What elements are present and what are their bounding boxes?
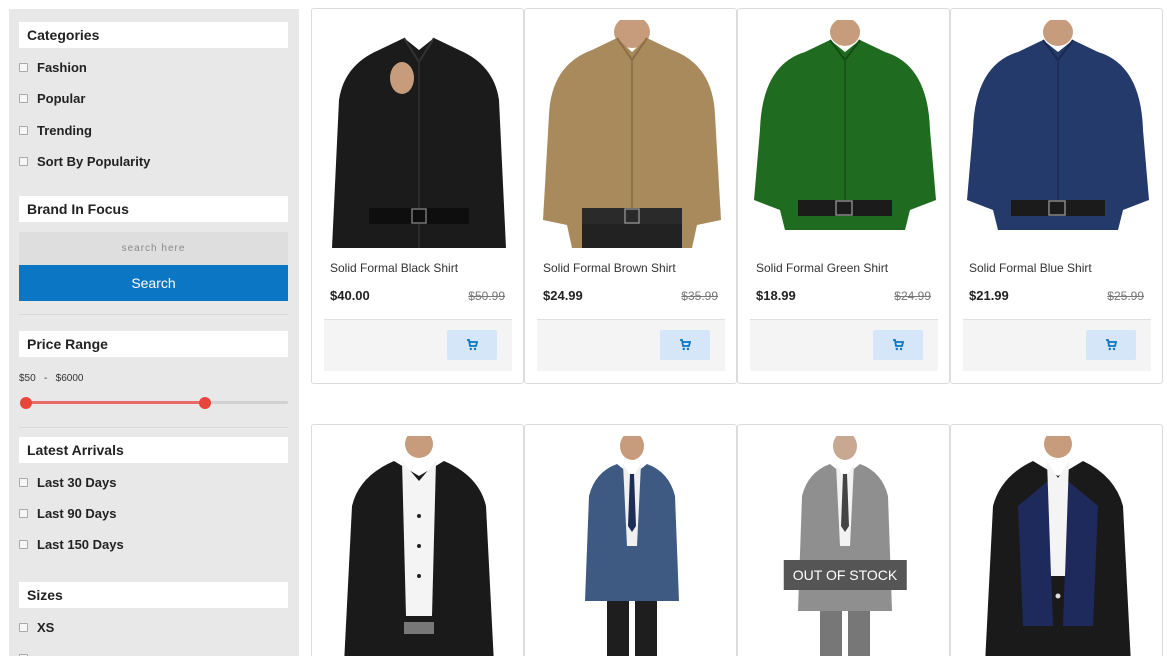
product-card[interactable] [311,424,524,656]
brand-search-button[interactable]: Search [19,265,288,301]
product-price: $18.99 [756,288,796,303]
brand-heading: Brand In Focus [19,196,288,222]
divider [19,314,288,315]
product-image[interactable] [324,20,514,248]
shirt-image [963,20,1153,248]
category-fashion[interactable]: Fashion [19,58,87,76]
arrivals-150-days[interactable]: Last 150 Days [19,535,124,553]
product-price: $24.99 [543,288,583,303]
product-image[interactable] [324,436,514,656]
product-old-price: $25.99 [1107,289,1144,303]
cart-icon [680,339,691,351]
product-name[interactable]: Solid Formal Brown Shirt [543,261,676,275]
price-slider-max-handle[interactable] [199,397,211,409]
product-image[interactable] [963,20,1153,248]
brand-search-input[interactable] [19,232,288,265]
checkbox[interactable] [19,477,28,487]
product-old-price: $35.99 [681,289,718,303]
add-to-cart-button[interactable] [447,330,497,360]
product-name[interactable]: Solid Formal Black Shirt [330,261,458,275]
suit-image [750,436,940,656]
product-image[interactable]: OUT OF STOCK [750,436,940,656]
product-card[interactable]: OUT OF STOCK [737,424,950,656]
price-slider-range [26,401,205,404]
sizes-heading: Sizes [19,582,288,608]
cart-icon [467,339,478,351]
shirt-image [537,20,727,248]
checkbox[interactable] [19,539,28,549]
arrivals-30-days[interactable]: Last 30 Days [19,473,117,491]
blazer-image [324,436,514,656]
shirt-image [324,20,514,248]
product-image[interactable] [750,20,940,248]
product-image[interactable] [963,436,1153,656]
product-card[interactable]: Solid Formal Black Shirt $40.00 $50.99 [311,8,524,384]
cart-icon [1106,339,1117,351]
card-footer [963,319,1151,371]
checkbox[interactable] [19,156,28,166]
filter-sidebar: Categories Fashion Popular Trending Sort… [9,9,299,656]
checkbox[interactable] [19,125,28,135]
product-card[interactable]: Solid Formal Blue Shirt $21.99 $25.99 [950,8,1163,384]
category-popular[interactable]: Popular [19,89,85,107]
product-card[interactable]: Solid Formal Green Shirt $18.99 $24.99 [737,8,950,384]
price-range-heading: Price Range [19,331,288,357]
price-range-label: $50 - $6000 [19,373,84,384]
divider [19,427,288,428]
cart-icon [893,339,904,351]
product-name[interactable]: Solid Formal Blue Shirt [969,261,1092,275]
checkbox[interactable] [19,93,28,103]
product-image[interactable] [537,436,727,656]
category-sort-by-popularity[interactable]: Sort By Popularity [19,152,150,170]
category-trending[interactable]: Trending [19,121,92,139]
product-image[interactable] [537,20,727,248]
size-xs[interactable]: XS [19,618,54,636]
add-to-cart-button[interactable] [1086,330,1136,360]
add-to-cart-button[interactable] [873,330,923,360]
card-footer [750,319,938,371]
product-card[interactable] [950,424,1163,656]
shirt-image [750,20,940,248]
card-footer [537,319,725,371]
price-slider-min-handle[interactable] [20,397,32,409]
product-card[interactable]: Solid Formal Brown Shirt $24.99 $35.99 [524,8,737,384]
product-name[interactable]: Solid Formal Green Shirt [756,261,888,275]
arrivals-90-days[interactable]: Last 90 Days [19,504,117,522]
product-price: $40.00 [330,288,370,303]
product-old-price: $24.99 [894,289,931,303]
checkbox[interactable] [19,508,28,518]
suit-image [537,436,727,656]
product-old-price: $50.99 [468,289,505,303]
checkbox[interactable] [19,622,28,632]
product-card[interactable] [524,424,737,656]
add-to-cart-button[interactable] [660,330,710,360]
blazer-image [963,436,1153,656]
product-price: $21.99 [969,288,1009,303]
size-next[interactable] [19,649,37,656]
card-footer [324,319,512,371]
latest-arrivals-heading: Latest Arrivals [19,437,288,463]
out-of-stock-badge: OUT OF STOCK [783,560,907,590]
checkbox[interactable] [19,62,28,72]
categories-heading: Categories [19,22,288,48]
